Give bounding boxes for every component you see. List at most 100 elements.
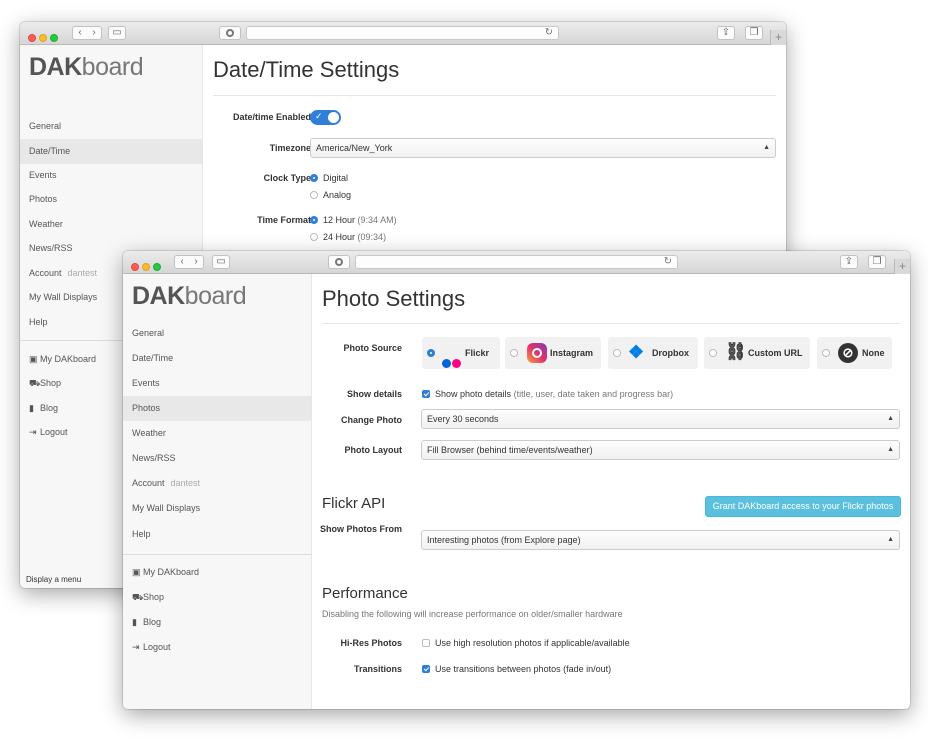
performance-heading: Performance [322,585,408,602]
sidebar-divider [123,554,311,555]
sidebar-item-photos[interactable]: Photos [20,187,202,212]
source-flickr[interactable]: Flickr [422,337,500,369]
sidebar: DAKboard General Date/Time Events Photos… [123,274,312,709]
sidebar-item-weather[interactable]: Weather [123,421,311,446]
sidebar-item-my-wall-displays[interactable]: My Wall Displays [123,496,311,521]
chevron-right-icon[interactable]: › [87,27,101,39]
checkbox[interactable] [422,390,430,398]
page-title: Photo Settings [322,286,466,311]
change-photo-value: Every 30 seconds [427,414,499,424]
close-window-button[interactable] [28,34,36,42]
back-forward-buttons[interactable]: ‹ › [72,26,102,40]
image-icon: ▣ [29,354,38,364]
logout-icon: ⇥ [29,427,37,437]
radio-button[interactable] [510,349,518,357]
tabs-button[interactable]: ❐ [745,26,763,40]
tabs-button[interactable]: ❐ [868,255,886,269]
timezone-select[interactable]: America/New_York ▲ [310,138,776,158]
clock-type-analog[interactable]: Analog [310,190,351,200]
date-time-enabled-label: Date/time Enabled [232,112,311,122]
show-details-checkbox[interactable]: Show photo details (title, user, date ta… [422,389,673,399]
shield-icon [226,29,234,37]
link-my-dakboard[interactable]: ▣ My DAKboard [123,560,311,585]
show-photos-from-select[interactable]: Interesting photos (from Explore page) ▲ [421,530,900,550]
dakboard-logo[interactable]: DAKboard [29,53,144,82]
radio-button[interactable] [310,216,318,224]
none-icon: ⊘ [838,343,858,363]
sidebar-item-date-time[interactable]: Date/Time [123,346,311,371]
reload-icon[interactable]: ↻ [664,256,672,268]
status-bar-text: Display a menu [26,575,82,584]
privacy-button[interactable] [219,26,241,40]
checkbox[interactable] [422,665,430,673]
new-tab-button[interactable]: + [770,30,786,45]
chevron-right-icon[interactable]: › [189,256,203,268]
link-logout[interactable]: ⇥ Logout [123,635,311,660]
link-blog[interactable]: ▮ Blog [123,610,311,635]
photo-layout-select[interactable]: Fill Browser (behind time/events/weather… [421,440,900,460]
logout-icon: ⇥ [132,642,140,652]
time-format-24h[interactable]: 24 Hour (09:34) [310,232,386,242]
source-name: Custom URL [748,348,803,358]
source-none[interactable]: ⊘ None [817,337,892,369]
document-icon: ▮ [132,617,137,627]
chevron-left-icon[interactable]: ‹ [175,256,189,268]
sidebar-item-news-rss[interactable]: News/RSS [123,446,311,471]
show-photos-from-label: Show Photos From [320,524,402,534]
radio-button[interactable] [310,174,318,182]
back-forward-buttons[interactable]: ‹ › [174,255,204,269]
time-format-12h[interactable]: 12 Hour (9:34 AM) [310,215,397,225]
share-button[interactable]: ⇪ [717,26,735,40]
sidebar-item-weather[interactable]: Weather [20,212,202,237]
cart-icon: ⛟ [132,592,144,602]
radio-button[interactable] [613,349,621,357]
sidebar-item-date-time[interactable]: Date/Time [20,139,202,164]
source-instagram[interactable]: Instagram [505,337,601,369]
radio-button[interactable] [709,349,717,357]
change-photo-label: Change Photo [341,415,402,425]
sidebar-item-general[interactable]: General [123,321,311,346]
clock-type-label: Clock Type [263,173,311,183]
sidebar-item-help[interactable]: Help [123,522,311,547]
minimize-window-button[interactable] [142,263,150,271]
radio-button[interactable] [822,349,830,357]
date-time-enabled-toggle[interactable]: ✓ [310,110,341,125]
change-photo-select[interactable]: Every 30 seconds ▲ [421,409,900,429]
close-window-button[interactable] [131,263,139,271]
source-name: None [862,348,885,358]
sidebar-toggle-button[interactable]: ▭ [212,255,230,269]
clock-type-digital[interactable]: Digital [310,173,348,183]
grant-flickr-access-button[interactable]: Grant DAKboard access to your Flickr pho… [705,496,901,517]
radio-button[interactable] [427,349,435,357]
radio-button[interactable] [310,233,318,241]
sidebar-item-events[interactable]: Events [123,371,311,396]
privacy-button[interactable] [328,255,350,269]
transitions-checkbox[interactable]: Use transitions between photos (fade in/… [422,664,611,674]
address-bar[interactable]: ↻ [246,26,559,40]
checkbox[interactable] [422,639,430,647]
zoom-window-button[interactable] [50,34,58,42]
hi-res-photos-checkbox[interactable]: Use high resolution photos if applicable… [422,638,630,648]
address-bar[interactable]: ↻ [355,255,678,269]
zoom-window-button[interactable] [153,263,161,271]
new-tab-button[interactable]: + [894,259,910,274]
radio-button[interactable] [310,191,318,199]
sidebar-item-account[interactable]: Account dantest [123,471,311,496]
sidebar-toggle-button[interactable]: ▭ [108,26,126,40]
select-arrows-icon: ▲ [887,415,894,422]
sidebar-item-photos[interactable]: Photos [123,396,311,421]
sidebar-item-events[interactable]: Events [20,163,202,188]
share-button[interactable]: ⇪ [840,255,858,269]
select-arrows-icon: ▲ [887,446,894,453]
sidebar-item-general[interactable]: General [20,114,202,139]
source-dropbox[interactable]: ❖ Dropbox [608,337,698,369]
source-name: Dropbox [652,348,689,358]
chevron-left-icon[interactable]: ‹ [73,27,87,39]
link-shop[interactable]: ⛟Shop [123,585,311,610]
minimize-window-button[interactable] [39,34,47,42]
reload-icon[interactable]: ↻ [545,27,553,39]
dakboard-logo[interactable]: DAKboard [132,282,247,311]
plus-icon: + [898,259,906,273]
source-custom-url[interactable]: ⛓ Custom URL [704,337,810,369]
title-bar: ‹ › ▭ ↻ ⇪ ❐ + [123,251,910,274]
